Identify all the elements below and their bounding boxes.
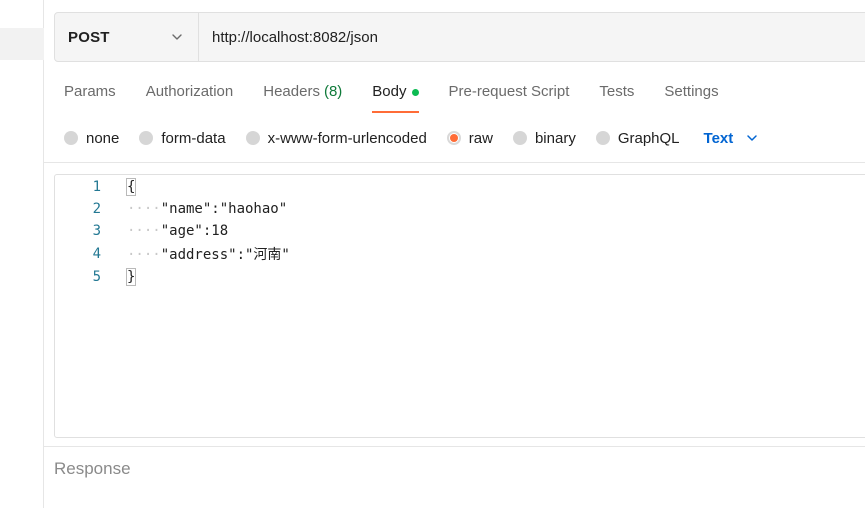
line-number: 3 — [92, 223, 101, 239]
code-text: ····"name":"haohao" — [127, 201, 287, 217]
response-panel: Response — [44, 446, 865, 508]
tab-label: Pre-request Script — [448, 83, 570, 100]
tab-pre-request-script[interactable]: Pre-request Script — [449, 80, 570, 112]
sidebar-selected-item[interactable] — [0, 28, 44, 60]
whitespace-markers: ···· — [127, 247, 161, 263]
radio-label: form-data — [161, 129, 226, 147]
radio-none[interactable]: none — [64, 130, 119, 147]
radio-button — [512, 131, 527, 145]
url-input[interactable] — [199, 28, 865, 46]
brace: { — [125, 178, 137, 196]
tab-authorization[interactable]: Authorization — [146, 80, 234, 112]
code-content: "age":18 — [160, 223, 229, 239]
headers-count: (8) — [323, 83, 343, 100]
section-divider — [44, 162, 865, 163]
code-content: "address":"河南" — [160, 247, 290, 263]
body-active-dot — [411, 89, 419, 96]
request-tabs: Params Authorization Headers (8) Body Pre… — [64, 80, 749, 114]
format-label: Text — [703, 129, 734, 147]
radio-label: x-www-form-urlencoded — [267, 129, 427, 147]
tab-label: Params — [64, 83, 116, 100]
radio-label: none — [86, 129, 120, 147]
radio-label: binary — [534, 129, 576, 147]
code-line: 5 } — [55, 266, 137, 288]
code-text: } — [125, 268, 137, 286]
tab-headers[interactable]: Headers (8) — [263, 80, 342, 112]
code-content: "name":"haohao" — [160, 201, 288, 217]
response-label: Response — [54, 459, 131, 478]
left-sidebar — [0, 0, 44, 508]
radio-button — [139, 131, 154, 145]
radio-label: raw — [468, 129, 493, 147]
request-bar: POST — [54, 12, 865, 62]
code-text: ····"age":18 — [127, 223, 228, 239]
radio-button-checked — [446, 131, 461, 145]
whitespace-markers: ···· — [127, 223, 161, 239]
radio-binary[interactable]: binary — [512, 129, 576, 147]
brace: } — [125, 268, 137, 286]
chevron-down-icon — [747, 135, 758, 141]
radio-form-data[interactable]: form-data — [139, 129, 226, 147]
radio-button — [245, 131, 260, 145]
tab-settings[interactable]: Settings — [664, 80, 718, 112]
tab-label: Body — [372, 83, 407, 100]
radio-button — [64, 131, 78, 145]
line-number: 4 — [92, 246, 101, 262]
code-line: 4 ····"address":"河南" — [55, 243, 290, 265]
tab-label: Authorization — [145, 83, 234, 100]
chevron-down-icon — [172, 34, 182, 40]
body-type-selector: none form-data x-www-form-urlencoded raw… — [64, 127, 759, 149]
radio-label: GraphQL — [617, 129, 680, 147]
method-select[interactable]: POST — [55, 13, 199, 61]
code-text: { — [125, 178, 137, 196]
line-number: 2 — [92, 201, 101, 217]
radio-x-www-form-urlencoded[interactable]: x-www-form-urlencoded — [245, 129, 427, 147]
radio-button — [595, 131, 610, 145]
tab-label: Settings — [664, 83, 719, 100]
code-editor[interactable]: 1 { 2 ····"name":"haohao" 3 ····"age":18… — [54, 174, 865, 438]
line-number: 1 — [92, 179, 101, 195]
tab-params[interactable]: Params — [64, 80, 116, 112]
code-line: 3 ····"age":18 — [55, 220, 229, 242]
format-select[interactable]: Text — [704, 130, 760, 147]
radio-raw[interactable]: raw — [446, 129, 493, 147]
tab-body[interactable]: Body — [372, 80, 419, 113]
method-label: POST — [68, 28, 110, 46]
code-line: 2 ····"name":"haohao" — [55, 198, 288, 220]
radio-graphql[interactable]: GraphQL — [595, 129, 680, 147]
line-number: 5 — [92, 269, 101, 285]
code-line: 1 { — [55, 176, 137, 198]
tab-label: Tests — [599, 83, 635, 100]
code-text: ····"address":"河南" — [127, 244, 290, 264]
tab-label: Headers — [263, 83, 320, 100]
whitespace-markers: ···· — [127, 201, 161, 217]
tab-tests[interactable]: Tests — [599, 80, 634, 112]
